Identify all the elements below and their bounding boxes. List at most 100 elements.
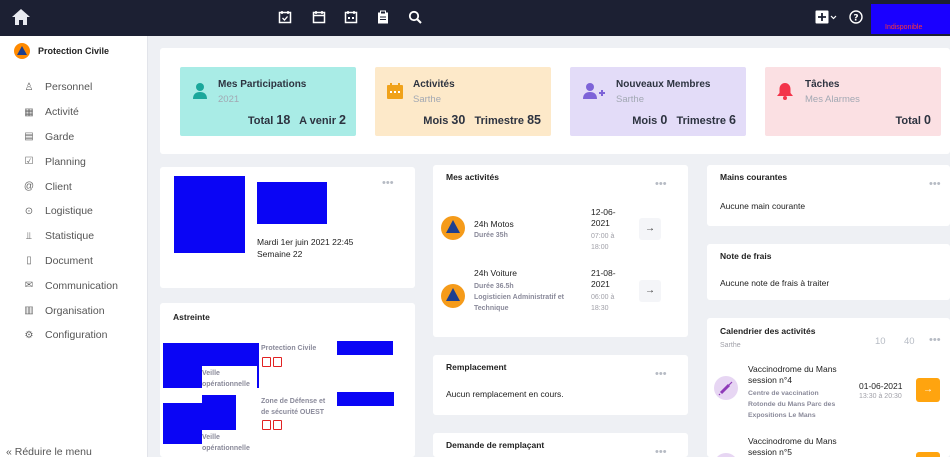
calendar-check-icon: ☑ (24, 156, 34, 168)
sidebar-item-label: Activité (45, 106, 79, 119)
bell-icon (777, 82, 793, 100)
stat-card-activites[interactable]: Activités Sarthe Mois 30 Trimestre 85 (375, 67, 551, 136)
profile-name-redacted (257, 182, 327, 224)
calendar-event-title[interactable]: Vaccinodrome du Mans session n°5 (748, 436, 837, 457)
activity-date: 21-08- 2021 (591, 268, 616, 289)
sidebar-item-personnel[interactable]: ♙ Personnel (22, 75, 118, 100)
arrow-right-icon[interactable] (916, 452, 940, 457)
stat-card-taches[interactable]: Tâches Mes Alarmes Total 0 (765, 67, 941, 136)
arrow-right-icon[interactable]: → (639, 280, 661, 302)
sidebar-item-document[interactable]: ▯ Document (22, 249, 118, 274)
more-options-icon[interactable]: ••• (382, 177, 394, 189)
calendar-blank-icon[interactable] (312, 10, 326, 24)
calendar-icon: ▦ (24, 106, 34, 118)
activity-name[interactable]: 24h Motos (474, 219, 514, 229)
pdf-icon[interactable] (262, 357, 271, 367)
sidebar-item-garde[interactable]: ▤ Garde (22, 125, 118, 150)
add-square-icon[interactable] (815, 10, 837, 24)
page-size-option[interactable]: 40 (904, 336, 915, 347)
pdf-icon[interactable] (273, 420, 282, 430)
activity-name[interactable]: 24h Voiture (474, 268, 517, 278)
sidebar-item-organisation[interactable]: ▥ Organisation (22, 298, 118, 323)
stats-panel: Mes Participations 2021 Total 18 A venir… (160, 48, 950, 154)
activity-detail: Durée 36.5h Logisticien Administratif et T… (474, 283, 564, 312)
calendar-event-title[interactable]: Vaccinodrome du Mans session n°4 (748, 364, 837, 386)
pdf-icon[interactable] (262, 420, 271, 430)
sidebar-item-activite[interactable]: ▦ Activité (22, 100, 118, 125)
astreinte-org: Protection Civile (261, 345, 317, 352)
brand[interactable]: Protection Civile (14, 43, 109, 59)
sidebar-item-label: Statistique (45, 230, 95, 243)
sidebar-item-communication[interactable]: ✉ Communication (22, 273, 118, 298)
activity-date: 12-06- 2021 (591, 207, 616, 228)
page-size-option[interactable]: 10 (875, 336, 886, 347)
card-title: Remplacement (446, 362, 507, 372)
arrow-right-icon[interactable]: → (639, 218, 661, 240)
calendar-days-icon[interactable] (344, 10, 358, 24)
more-options-icon[interactable]: ••• (929, 178, 941, 190)
demande-remplacant-card: Demande de remplaçant ••• (433, 433, 688, 457)
calendar-event-date: 01-06-2021 (859, 381, 903, 391)
more-options-icon[interactable]: ••• (655, 446, 667, 457)
calendrier-activites-card: Calendrier des activités Sarthe 10 40 ••… (707, 318, 950, 457)
brand-name: Protection Civile (38, 46, 110, 56)
protection-civile-logo-icon (14, 43, 30, 59)
stat-title: Mes Participations (218, 79, 307, 90)
sidebar-item-planning[interactable]: ☑ Planning (22, 149, 118, 174)
sidebar-item-statistique[interactable]: ⫫ Statistique (22, 224, 118, 249)
note-de-frais-card: Note de frais Aucune note de frais à tra… (707, 244, 950, 300)
stat-title: Tâches (805, 79, 840, 90)
calendar-check-icon[interactable] (278, 10, 292, 24)
gear-icon: ⚙ (24, 329, 34, 341)
at-icon: @ (23, 181, 35, 193)
current-date: Mardi 1er juin 2021 22:45 (257, 237, 354, 247)
collapse-menu-button[interactable]: « Réduire le menu (6, 446, 92, 457)
person-icon: ♙ (24, 81, 34, 93)
astreinte-org: Zone de Défense et de sécurité OUEST (261, 398, 326, 416)
sidebar-item-label: Garde (45, 130, 75, 143)
remplacement-card: Remplacement ••• Aucun remplacement en c… (433, 355, 688, 415)
more-options-icon[interactable]: ••• (655, 368, 667, 380)
more-options-icon[interactable]: ••• (929, 334, 941, 346)
remplacement-empty-text: Aucun remplacement en cours. (446, 389, 564, 399)
current-week: Semaine 22 (257, 249, 303, 259)
activity-time: 06:00 à 18:30 (591, 294, 615, 312)
more-options-icon[interactable]: ••• (655, 178, 667, 190)
astreinte-person-redacted (202, 395, 236, 425)
card-title: Calendrier des activités (720, 326, 816, 336)
stat-values: Total 18 A venir 2 (247, 113, 346, 127)
clipboard-icon: ▤ (24, 131, 34, 143)
search-icon[interactable] (408, 10, 422, 24)
arrow-right-icon[interactable]: → (916, 378, 940, 402)
sidebar-item-label: Document (45, 254, 93, 267)
help-circle-icon[interactable]: ? (849, 10, 863, 24)
astreinte-role: Veille opérationnelle (202, 434, 250, 452)
sidebar-item-label: Configuration (45, 329, 108, 342)
clipboard-icon[interactable] (376, 10, 390, 24)
stat-title: Activités (413, 79, 455, 90)
card-title: Demande de remplaçant (446, 440, 545, 450)
pdf-icon[interactable] (273, 357, 282, 367)
user-status-badge[interactable]: Indisponible (871, 4, 950, 34)
activity-detail: Durée 35h (474, 232, 508, 239)
calendar-event-place: Centre de vaccination Rotonde du Mans Par… (748, 390, 836, 419)
sidebar-item-label: Communication (45, 279, 118, 292)
sidebar-item-label: Personnel (45, 81, 93, 94)
chart-icon: ⫫ (26, 230, 32, 242)
top-bar: ? Indisponible (0, 0, 950, 36)
file-icon: ▯ (26, 255, 32, 267)
astreinte-phone-redacted (337, 392, 394, 406)
user-icon (192, 82, 208, 100)
sidebar-item-client[interactable]: @ Client (22, 174, 118, 199)
sidebar-item-label: Planning (45, 155, 86, 168)
home-icon[interactable] (10, 6, 32, 28)
mes-activites-card: Mes activités ••• 24h Motos Durée 35h 12… (433, 165, 688, 337)
sidebar-item-configuration[interactable]: ⚙ Configuration (22, 323, 118, 348)
stat-card-participations[interactable]: Mes Participations 2021 Total 18 A venir… (180, 67, 356, 136)
sidebar-menu: ♙ Personnel ▦ Activité ▤ Garde ☑ Planning @ C… (22, 75, 118, 348)
stat-card-nouveaux-membres[interactable]: Nouveaux Membres Sarthe Mois 0 Trimestre… (570, 67, 746, 136)
mains-courantes-empty-text: Aucune main courante (720, 201, 806, 211)
sidebar-item-logistique[interactable]: ⊙ Logistique (22, 199, 118, 224)
note-de-frais-empty-text: Aucune note de frais à traiter (720, 278, 830, 288)
card-title: Mains courantes (720, 172, 788, 182)
